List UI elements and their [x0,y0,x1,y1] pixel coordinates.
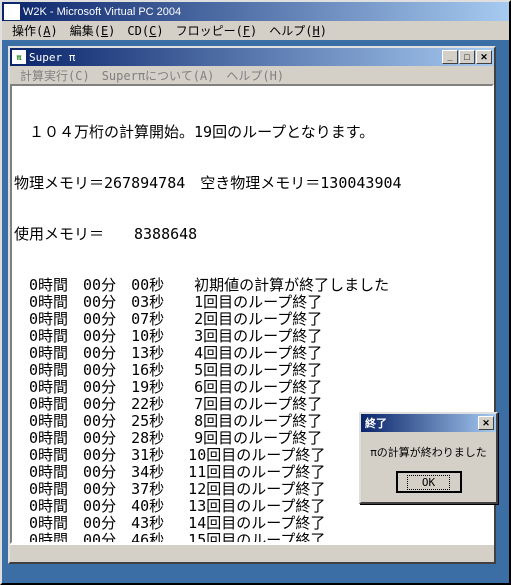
close-button[interactable]: ✕ [476,50,492,64]
statusbar [10,544,494,562]
inner-menu-item[interactable]: ヘルプ(H) [220,66,290,85]
maximize-button[interactable]: □ [459,50,475,64]
outer-menu-item[interactable]: CD(C) [121,22,169,40]
minimize-button[interactable]: _ [442,50,458,64]
window-buttons: _ □ ✕ [442,50,492,64]
output-line: 0時間 00分 22秒 7回目のループ終了 [14,396,490,413]
output-line: 0時間 00分 07秒 2回目のループ終了 [14,311,490,328]
dialog-titlebar[interactable]: 終了 ✕ [361,414,496,432]
outer-menubar: 操作(A)編集(E)CD(C)フロッピー(F)ヘルプ(H) [2,21,509,40]
output-line: 0時間 00分 03秒 1回目のループ終了 [14,294,490,311]
output-header: 使用メモリ＝ 8388648 [14,226,490,243]
outer-menu-item[interactable]: フロッピー(F) [170,20,264,41]
outer-menu-item[interactable]: 操作(A) [6,20,64,41]
inner-menu-item[interactable]: Superπについて(A) [96,66,221,85]
outer-menu-item[interactable]: ヘルプ(H) [263,20,333,41]
output-line: 0時間 00分 13秒 4回目のループ終了 [14,345,490,362]
outer-titlebar[interactable]: W2K - Microsoft Virtual PC 2004 [2,2,509,21]
virtual-pc-window: W2K - Microsoft Virtual PC 2004 操作(A)編集(… [0,0,511,585]
output-line: 0時間 00分 43秒 14回目のループ終了 [14,515,490,532]
ok-button[interactable]: OK [397,472,461,492]
output-line: 0時間 00分 00秒 初期値の計算が終了しました [14,277,490,294]
output-header: 物理メモリ＝267894784 空き物理メモリ＝130043904 [14,175,490,192]
completion-dialog: 終了 ✕ πの計算が終わりました OK [359,412,498,504]
inner-title: Super π [29,51,442,64]
outer-title: W2K - Microsoft Virtual PC 2004 [23,6,181,18]
output-line: 0時間 00分 10秒 3回目のループ終了 [14,328,490,345]
inner-titlebar[interactable]: π Super π _ □ ✕ [10,48,494,66]
output-line: 0時間 00分 16秒 5回目のループ終了 [14,362,490,379]
inner-menubar: 計算実行(C)Superπについて(A)ヘルプ(H) [10,66,494,84]
output-header: １０４万桁の計算開始。19回のループとなります。 [14,124,490,141]
dialog-title: 終了 [363,415,478,431]
superpi-icon: π [12,50,26,64]
outer-menu-item[interactable]: 編集(E) [64,20,122,41]
app-icon [4,4,20,20]
dialog-message: πの計算が終わりました [361,432,496,472]
output-line: 0時間 00分 46秒 15回目のループ終了 [14,532,490,544]
dialog-close-button[interactable]: ✕ [478,416,494,430]
inner-menu-item[interactable]: 計算実行(C) [14,66,96,85]
output-line: 0時間 00分 19秒 6回目のループ終了 [14,379,490,396]
